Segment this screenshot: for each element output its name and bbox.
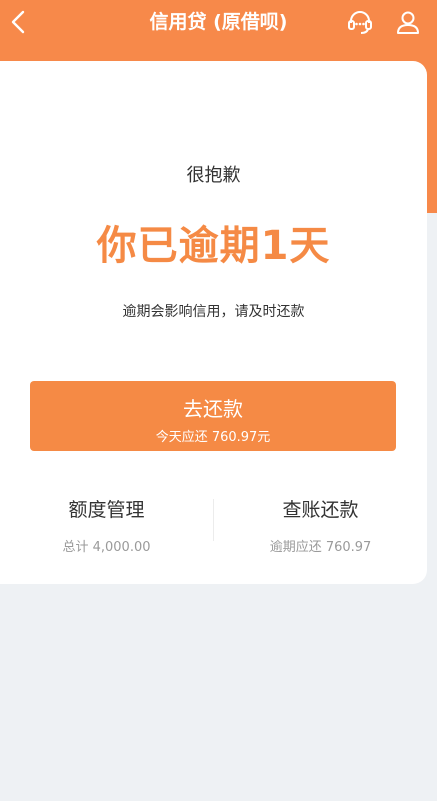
bill-repayment-title: 查账还款 [282, 499, 359, 521]
repay-button[interactable]: 去还款 今天应还 760.97元 [30, 381, 396, 451]
overdue-headline: 你已逾期1天 [96, 223, 331, 269]
top-navigation-bar: 信用贷 (原借呗) [0, 0, 437, 44]
customer-service-button[interactable] [343, 5, 377, 39]
overdue-card: 很抱歉 你已逾期1天 逾期会影响信用，请及时还款 去还款 今天应还 760.97… [0, 61, 427, 584]
repay-amount-due: 今天应还 760.97元 [155, 430, 271, 445]
bill-repayment[interactable]: 查账还款 逾期应还 760.97 [214, 491, 427, 555]
credit-warning-text: 逾期会影响信用，请及时还款 [122, 304, 305, 320]
repay-button-label: 去还款 [183, 397, 243, 421]
user-button[interactable] [391, 5, 425, 39]
credit-limit-title: 额度管理 [68, 499, 145, 521]
credit-limit-management[interactable]: 额度管理 总计 4,000.00 [0, 491, 213, 555]
customer-service-icon [348, 11, 372, 34]
credit-limit-total: 总计 4,000.00 [62, 540, 151, 555]
overdue-amount: 逾期应还 760.97 [269, 540, 372, 555]
apology-text: 很抱歉 [186, 165, 241, 186]
user-icon [397, 11, 419, 34]
